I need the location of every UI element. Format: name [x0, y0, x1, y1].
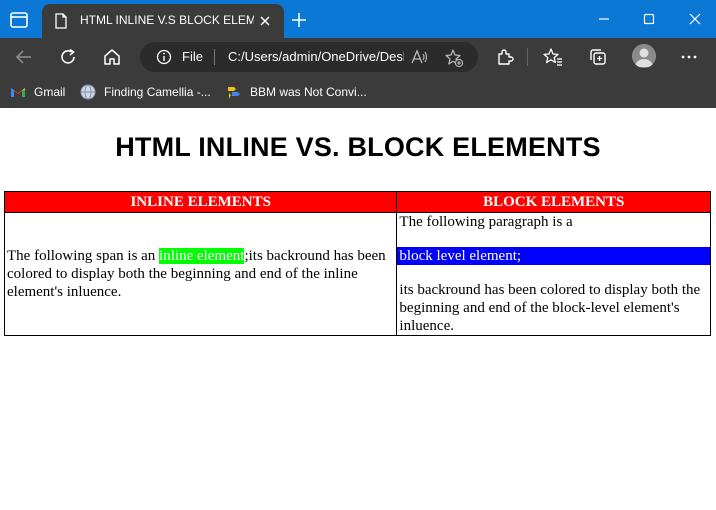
toolbar-divider [527, 48, 528, 66]
table-header-row: INLINE ELEMENTS BLOCK ELEMENTS [3, 191, 711, 213]
more-options-icon[interactable] [679, 47, 699, 67]
bookmark-bbm[interactable]: BBM was Not Convi... [226, 82, 367, 102]
paragraph-spacing [399, 265, 708, 281]
block-text-after: its backround has been colored to displa… [399, 282, 701, 334]
close-window-icon[interactable] [683, 8, 707, 30]
back-arrow-icon[interactable] [14, 47, 34, 67]
maximize-icon[interactable] [637, 8, 661, 30]
minimize-icon[interactable] [592, 8, 616, 30]
block-intro-text: The following paragraph is a [399, 214, 573, 230]
bookmark-label: Finding Camellia -... [104, 85, 211, 99]
table-row: The following span is an inline element;… [3, 212, 711, 336]
close-tab-icon[interactable] [256, 12, 274, 30]
header-block-elements: BLOCK ELEMENTS [396, 191, 711, 213]
home-icon[interactable] [102, 47, 122, 67]
window-menu-icon[interactable] [8, 10, 30, 30]
info-icon[interactable] [156, 49, 172, 65]
refresh-icon[interactable] [58, 47, 78, 67]
gmail-icon [11, 88, 25, 97]
header-inline-elements: INLINE ELEMENTS [3, 191, 398, 213]
add-favorite-icon[interactable] [444, 48, 464, 68]
block-example-cell: The following paragraph is a block level… [396, 212, 711, 336]
comparison-table: INLINE ELEMENTS BLOCK ELEMENTS The follo… [3, 191, 711, 336]
tab-title: HTML INLINE V.S BLOCK ELEMENTS [80, 13, 254, 27]
extensions-icon[interactable] [495, 47, 515, 67]
globe-icon [80, 84, 96, 100]
collections-icon[interactable] [588, 47, 608, 67]
document-icon [55, 13, 67, 29]
address-url[interactable]: C:/Users/admin/OneDrive/Desktop/inline-v… [228, 49, 404, 64]
browser-tab[interactable]: HTML INLINE V.S BLOCK ELEMENTS [42, 4, 284, 38]
browser-toolbar: File C:/Users/admin/OneDrive/Desktop/inl… [0, 38, 716, 76]
paragraph-spacing [399, 231, 708, 247]
bookmark-gmail[interactable]: Gmail [10, 82, 65, 102]
read-aloud-icon[interactable] [410, 48, 428, 66]
bookmarks-bar: Gmail Finding Camellia -... BBM was Not … [0, 76, 716, 108]
bbm-icon [228, 87, 240, 99]
inline-element-highlight: inline element [159, 248, 245, 264]
favorites-icon[interactable] [543, 47, 563, 67]
avatar-icon [635, 48, 653, 67]
web-page: HTML INLINE VS. BLOCK ELEMENTS INLINE EL… [0, 108, 716, 510]
address-bar[interactable]: File C:/Users/admin/OneDrive/Desktop/inl… [140, 42, 478, 72]
address-separator [214, 49, 215, 65]
new-tab-icon[interactable] [290, 11, 308, 29]
page-heading: HTML INLINE VS. BLOCK ELEMENTS [115, 132, 601, 162]
bookmark-finding-camellia[interactable]: Finding Camellia -... [80, 82, 211, 102]
block-element-highlight: block level element; [397, 247, 710, 265]
bookmark-label: Gmail [34, 85, 66, 99]
title-bar: HTML INLINE V.S BLOCK ELEMENTS [0, 0, 716, 38]
address-scheme: File [182, 49, 203, 64]
bookmark-label: BBM was Not Convi... [250, 85, 367, 99]
profile-avatar[interactable] [632, 44, 656, 68]
inline-text-before: The following span is an [7, 248, 160, 264]
inline-example-cell: The following span is an inline element;… [3, 212, 398, 336]
